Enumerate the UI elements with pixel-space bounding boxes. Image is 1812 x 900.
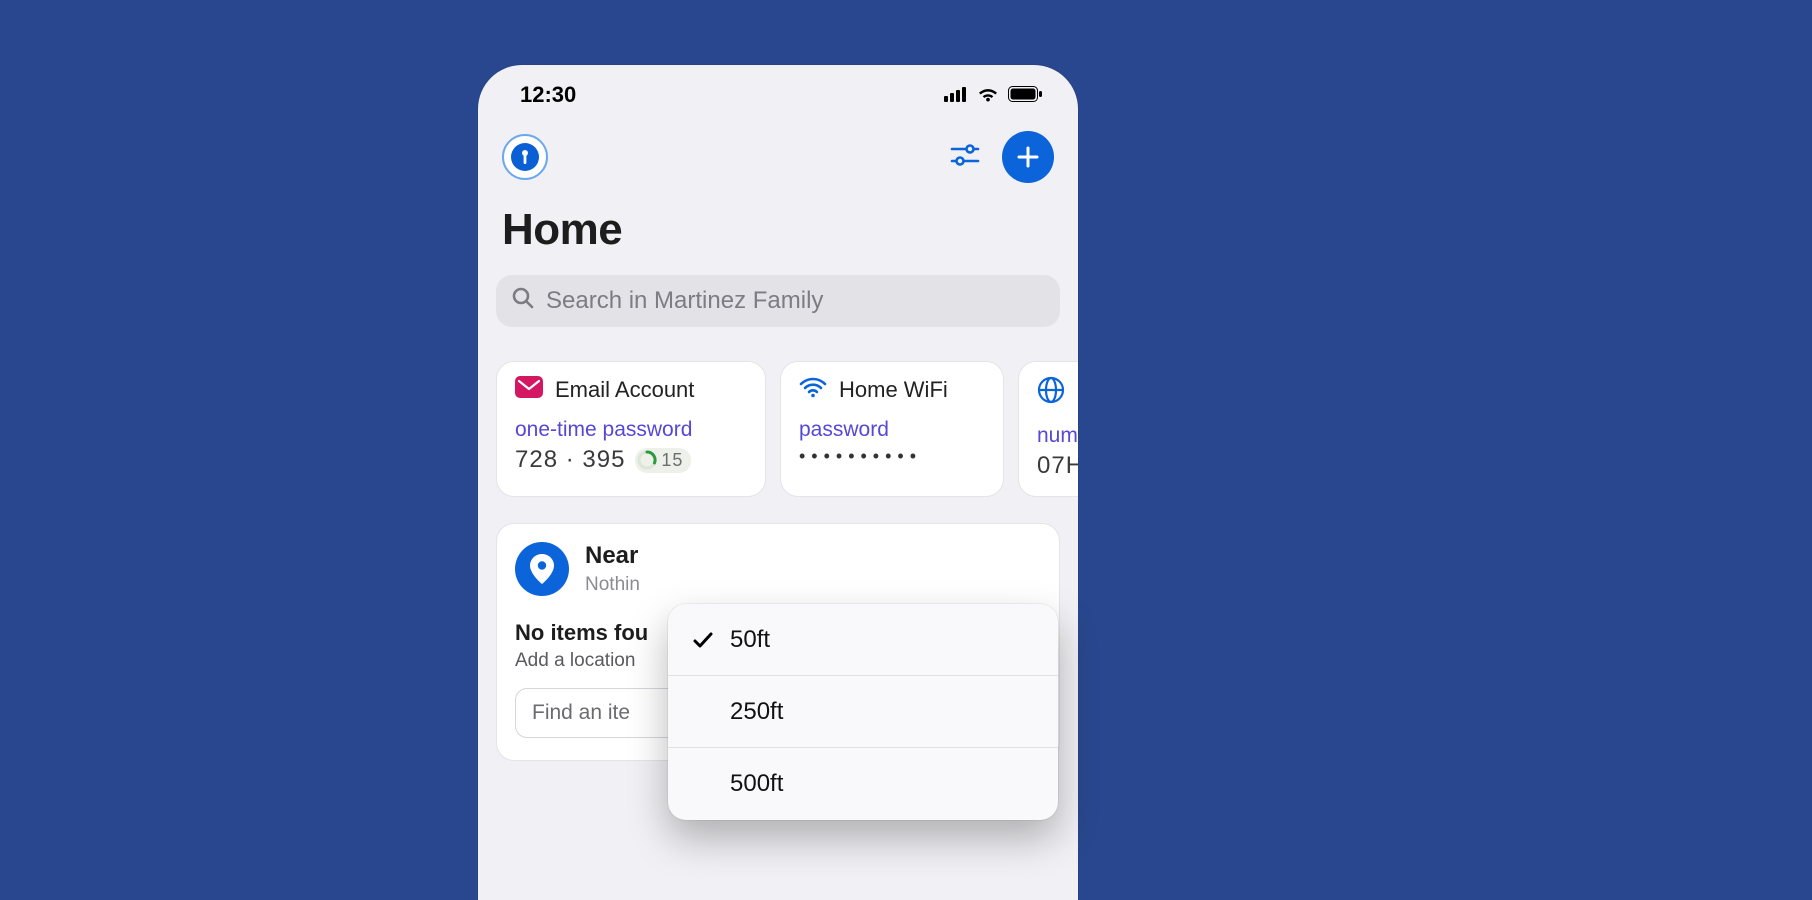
pinned-card[interactable]: Home WiFi password ••••••••••: [780, 361, 1004, 497]
page-title: Home: [478, 187, 1078, 267]
status-indicators: [944, 82, 1042, 108]
search-input[interactable]: Search in Martinez Family: [496, 275, 1060, 327]
distance-popover: 50ft 250ft 500ft: [668, 604, 1058, 820]
card-field-value: 07H: [1037, 452, 1078, 480]
status-time: 12:30: [520, 82, 576, 108]
nearby-title: Near: [585, 542, 640, 570]
wifi-icon: [799, 376, 827, 404]
search-placeholder: Search in Martinez Family: [546, 287, 823, 315]
add-button[interactable]: [1002, 131, 1054, 183]
app-top-bar: [478, 125, 1078, 187]
pinned-card[interactable]: Email Account one-time password 728 · 39…: [496, 361, 766, 497]
card-title: Home WiFi: [839, 377, 948, 403]
card-field-label: password: [799, 418, 985, 442]
wifi-status-icon: [976, 82, 1000, 108]
app-logo-icon: [511, 143, 539, 171]
filter-icon[interactable]: [950, 142, 980, 173]
globe-icon: [1037, 376, 1065, 410]
cellular-icon: [944, 82, 968, 108]
card-field-value: ••••••••••: [799, 446, 985, 467]
search-icon: [512, 287, 534, 316]
pinned-card[interactable]: num 07H: [1018, 361, 1078, 497]
pinned-cards-row: Email Account one-time password 728 · 39…: [478, 335, 1078, 497]
check-icon: [690, 629, 716, 651]
battery-icon: [1008, 82, 1042, 108]
card-field-value: 728 · 395 15: [515, 446, 747, 474]
card-field-label: one-time password: [515, 418, 747, 442]
distance-option-label: 250ft: [730, 698, 783, 726]
account-avatar[interactable]: [502, 134, 548, 180]
card-field-label: num: [1037, 424, 1078, 448]
distance-option-250ft[interactable]: 250ft: [668, 676, 1058, 748]
card-title: Email Account: [555, 377, 694, 403]
nearby-subtitle: Nothin: [585, 574, 640, 596]
distance-option-label: 500ft: [730, 770, 783, 798]
status-bar: 12:30: [478, 65, 1078, 125]
location-pin-icon: [515, 542, 569, 596]
mail-icon: [515, 376, 543, 404]
otp-countdown: 15: [635, 448, 691, 473]
distance-option-label: 50ft: [730, 626, 770, 654]
distance-option-50ft[interactable]: 50ft: [668, 604, 1058, 676]
distance-option-500ft[interactable]: 500ft: [668, 748, 1058, 820]
